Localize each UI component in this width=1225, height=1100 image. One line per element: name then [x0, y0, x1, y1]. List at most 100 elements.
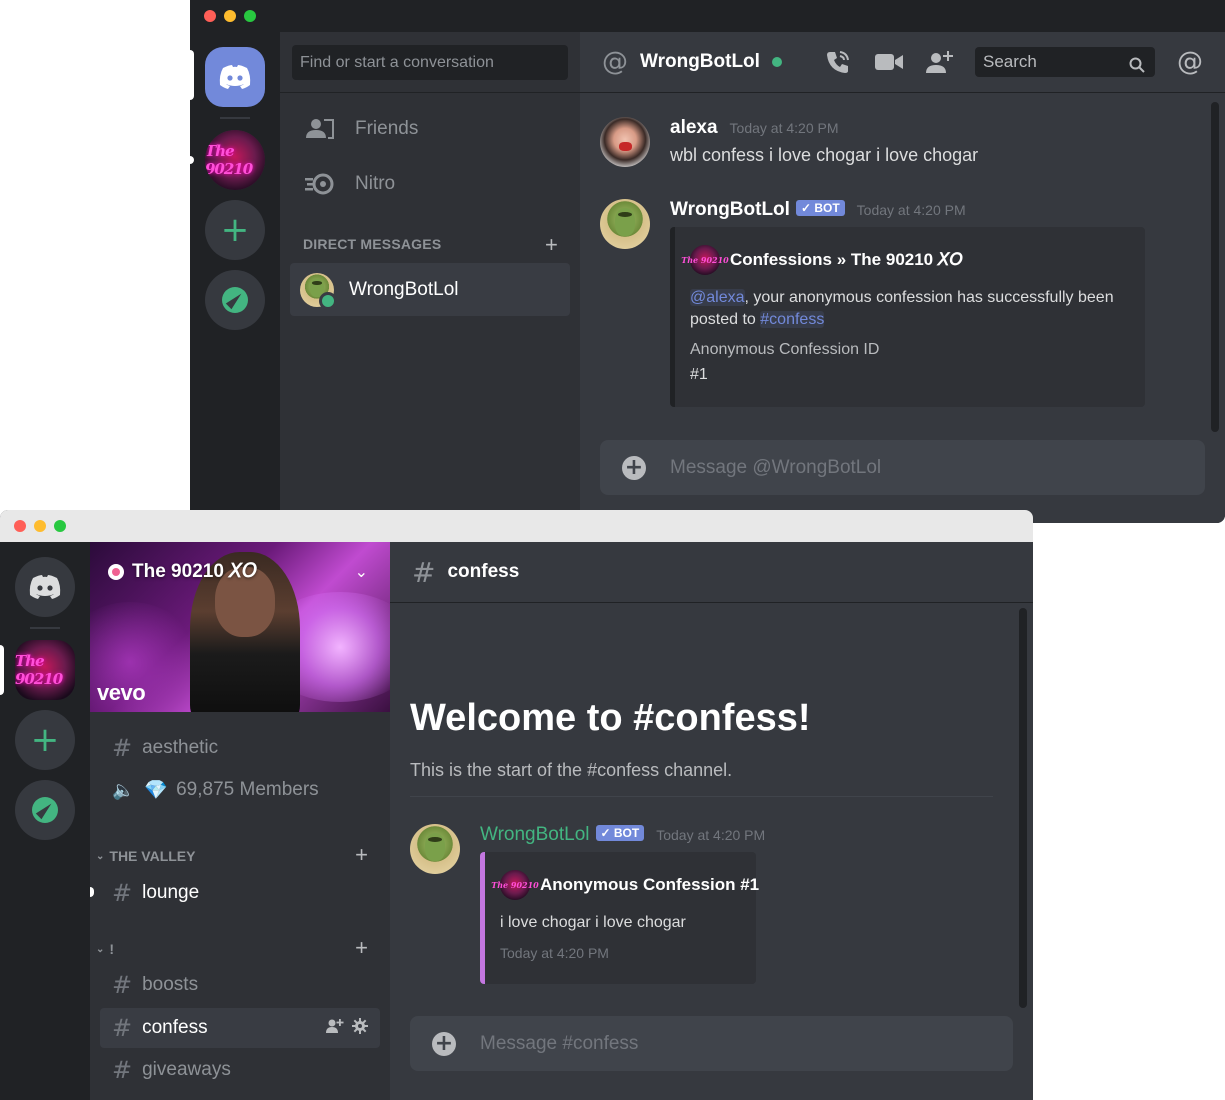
text-channel-icon: #: [112, 1014, 133, 1042]
chevron-down-icon[interactable]: ⌄: [355, 562, 368, 581]
message-author[interactable]: WrongBotLol: [480, 824, 590, 846]
server-banner[interactable]: vevo The 90210 𝘟𝘖 ⌄: [90, 542, 390, 712]
unread-pill: [190, 156, 194, 164]
channel-name: lounge: [142, 882, 200, 903]
server-name-label: The 90210 𝘟𝘖: [132, 561, 258, 582]
upload-plus-icon[interactable]: +: [432, 1031, 456, 1056]
avatar[interactable]: [410, 824, 460, 874]
vevo-logo: vevo: [97, 680, 146, 705]
nav-nitro[interactable]: Nitro: [290, 162, 570, 206]
text-channel-icon: #: [112, 1056, 133, 1084]
dm-list-item[interactable]: WrongBotLol: [290, 263, 570, 316]
text-channel-icon: #: [112, 879, 133, 907]
upload-plus-icon[interactable]: +: [622, 455, 646, 480]
gear-icon[interactable]: [352, 1018, 368, 1034]
add-server-button[interactable]: +: [205, 200, 265, 260]
channel-mention[interactable]: #confess: [760, 311, 825, 328]
divider: [280, 92, 580, 93]
channel-aesthetic[interactable]: # aesthetic: [100, 728, 380, 768]
user-mention[interactable]: @alexa: [690, 289, 745, 306]
chat-header: # confess: [390, 542, 1033, 603]
unread-pill: [90, 887, 94, 897]
close-window-button[interactable]: [14, 520, 26, 532]
message-composer[interactable]: + Message @WrongBotLol: [600, 440, 1205, 495]
minimize-window-button[interactable]: [224, 10, 236, 22]
channel-chat: # confess Welcome to #confess! This is t…: [390, 542, 1033, 1100]
chat-message: WrongBotLol ✓ BOT Today at 4:20 PM The 9…: [600, 199, 1200, 419]
chevron-down-icon: ⌄: [96, 850, 105, 862]
embed-description: i love chogar i love chogar: [500, 914, 686, 931]
home-button[interactable]: [205, 47, 265, 107]
category-exclamation[interactable]: ⌄ ! +: [96, 935, 380, 960]
plus-icon: +: [30, 720, 60, 760]
server-window-titlebar: [0, 510, 1033, 543]
channel-giveaways[interactable]: # giveaways: [100, 1050, 380, 1090]
discord-logo-icon: [29, 575, 61, 599]
create-dm-button[interactable]: +: [545, 232, 558, 258]
channel-name: aesthetic: [142, 737, 219, 758]
channel-name: 69,875 Members: [176, 779, 319, 800]
search-placeholder: Search: [983, 52, 1037, 71]
voice-locked-icon: 🔈: [112, 779, 135, 801]
message-timestamp: Today at 4:20 PM: [856, 202, 966, 218]
nav-friends[interactable]: Friends: [290, 107, 570, 151]
add-friends-to-dm-button[interactable]: [925, 48, 955, 76]
embed-author: The 90210 Confessions » The 90210 𝘟𝘖: [681, 245, 963, 275]
dm-window: The 90210 + Find or start a conversation…: [190, 0, 1225, 523]
category-name: !: [109, 941, 115, 957]
chat-message: WrongBotLol ✓ BOT Today at 4:20 PM The 9…: [410, 824, 1010, 994]
message-embed: The 90210 Anonymous Confession #1 i love…: [480, 852, 759, 984]
message-author[interactable]: WrongBotLol: [670, 199, 790, 221]
maximize-window-button[interactable]: [54, 520, 66, 532]
start-video-call-button[interactable]: [875, 48, 903, 76]
dm-search-input[interactable]: Find or start a conversation: [292, 45, 568, 80]
phone-call-icon: [827, 51, 849, 73]
channel-name: confess: [142, 1017, 208, 1038]
server-name[interactable]: The 90210 𝘟𝘖: [108, 560, 257, 583]
compass-icon: [32, 797, 58, 823]
selected-pill: [190, 50, 194, 100]
create-channel-button[interactable]: +: [355, 842, 368, 868]
maximize-window-button[interactable]: [244, 10, 256, 22]
guild-icon-90210[interactable]: The 90210: [15, 640, 75, 700]
embed-description: @alexa, your anonymous confession has su…: [690, 287, 1127, 331]
welcome-subtitle: This is the start of the #confess channe…: [410, 760, 733, 780]
embed-author-icon: The 90210: [681, 245, 729, 275]
embed-author-name: Confessions » The 90210 𝘟𝘖: [730, 250, 963, 269]
category-the-valley[interactable]: ⌄ THE VALLEY +: [96, 842, 380, 867]
bot-badge: ✓ BOT: [795, 200, 845, 216]
channel-member-count[interactable]: 🔈 💎 69,875 Members: [100, 770, 380, 810]
nav-friends-label: Friends: [355, 118, 419, 139]
message-header: alexa Today at 4:20 PM: [670, 117, 839, 139]
channel-lounge[interactable]: # lounge: [100, 873, 380, 913]
minimize-window-button[interactable]: [34, 520, 46, 532]
home-button[interactable]: [15, 557, 75, 617]
mentions-button[interactable]: @: [1177, 47, 1203, 77]
channel-confess[interactable]: # confess: [100, 1008, 380, 1048]
invite-icon[interactable]: [326, 1018, 344, 1034]
text-channel-icon: #: [112, 734, 133, 762]
channel-boosts[interactable]: # boosts: [100, 965, 380, 1005]
explore-servers-button[interactable]: [15, 780, 75, 840]
add-server-button[interactable]: +: [15, 710, 75, 770]
avatar[interactable]: [600, 117, 650, 167]
at-icon: @: [602, 47, 628, 77]
create-channel-button[interactable]: +: [355, 935, 368, 961]
scrollbar[interactable]: [1019, 608, 1027, 1008]
message-composer[interactable]: + Message #confess: [410, 1016, 1013, 1071]
start-voice-call-button[interactable]: [825, 48, 851, 76]
at-icon: @: [1177, 47, 1203, 77]
close-window-button[interactable]: [204, 10, 216, 22]
scrollbar[interactable]: [1211, 102, 1219, 432]
message-author[interactable]: alexa: [670, 117, 718, 139]
avatar[interactable]: [600, 199, 650, 249]
text-channel-icon: #: [412, 555, 436, 589]
message-timestamp: Today at 4:20 PM: [656, 827, 766, 843]
chat-header: @ WrongBotLol Search @: [580, 32, 1225, 93]
embed-field-value: #1: [690, 366, 708, 383]
search-input[interactable]: Search: [975, 47, 1155, 77]
rail-separator: [220, 117, 250, 119]
guild-icon-90210[interactable]: The 90210: [205, 130, 265, 190]
explore-servers-button[interactable]: [205, 270, 265, 330]
text-channel-icon: #: [112, 971, 133, 999]
